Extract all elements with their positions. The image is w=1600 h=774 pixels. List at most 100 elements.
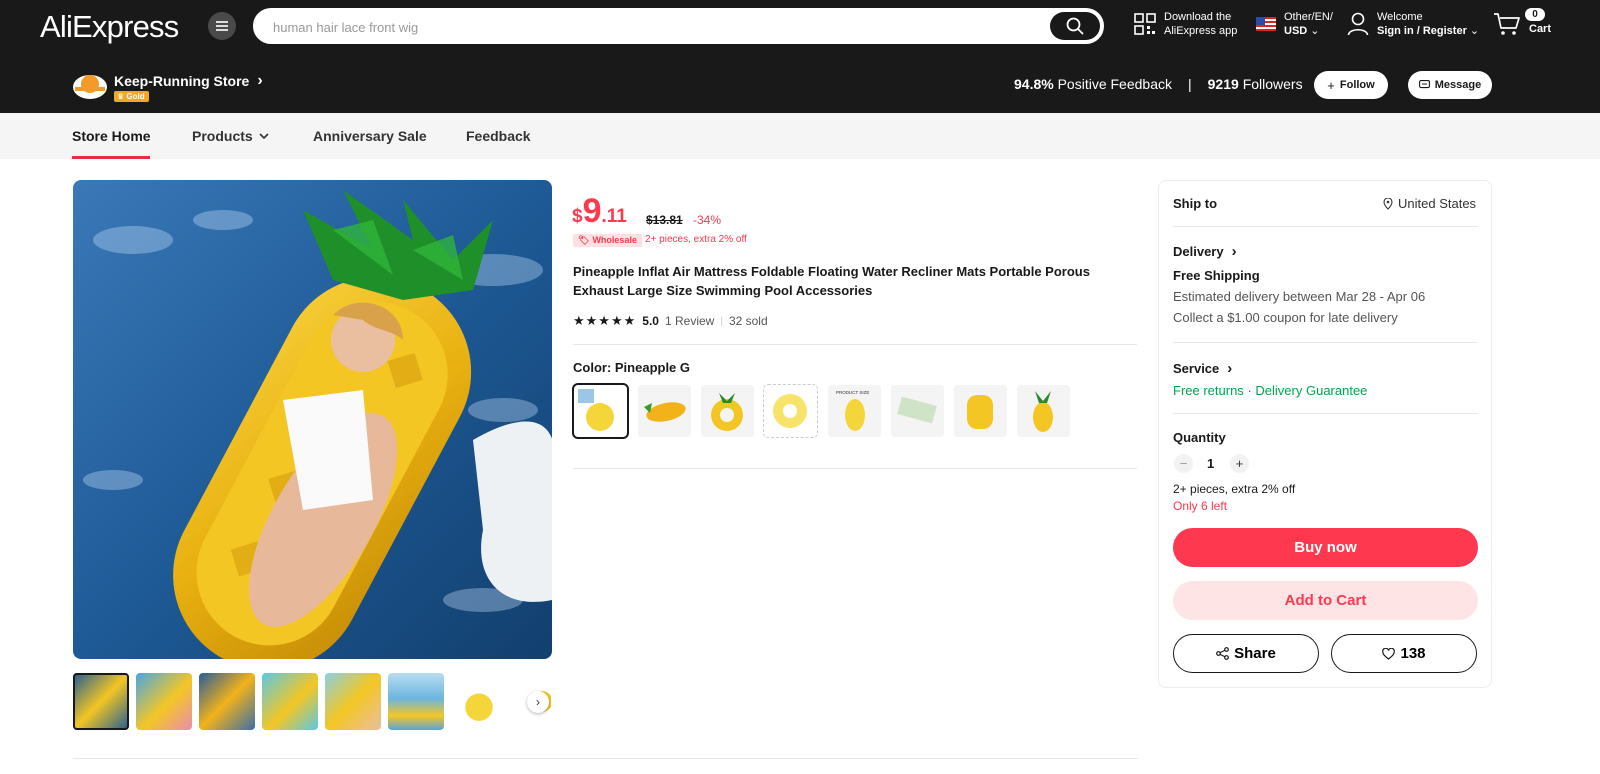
region-line-1: Other/EN/ [1284, 11, 1333, 23]
heart-icon [1382, 647, 1396, 660]
wholesale-tag: 🏷 Wholesale [573, 234, 642, 247]
follow-button[interactable]: + Follow [1314, 71, 1388, 99]
tab-feedback[interactable]: Feedback [466, 128, 531, 144]
tab-products-label: Products [192, 128, 253, 144]
swatch-image [764, 385, 817, 437]
download-app-link[interactable]: Download the AliExpress app [1134, 10, 1237, 38]
delivery-label: Delivery [1173, 244, 1224, 259]
gold-badge-text: Gold [126, 92, 145, 101]
quantity-value[interactable]: 1 [1207, 456, 1214, 471]
color-swatch-3[interactable] [701, 385, 754, 437]
swatch-image [574, 385, 627, 437]
active-tab-indicator [72, 156, 150, 159]
color-swatch-6[interactable] [891, 385, 944, 437]
store-name-link[interactable]: Keep-Running Store › [114, 72, 263, 90]
location-pin-icon [1383, 197, 1393, 210]
color-swatch-4[interactable] [763, 384, 818, 438]
chevron-right-icon: › [257, 72, 263, 89]
qr-code-icon [1134, 13, 1156, 35]
swatch-image [954, 385, 1007, 437]
wholesale-note: 2+ pieces, extra 2% off [645, 234, 747, 245]
top-header: AliExpress Download the AliExpress app O… [0, 0, 1600, 113]
thumbnail-3[interactable] [199, 673, 255, 730]
ship-to-selector[interactable]: United States [1383, 196, 1476, 211]
thumbnail-6[interactable] [388, 673, 444, 730]
thumbnail-1[interactable] [73, 673, 129, 730]
add-to-cart-button[interactable]: Add to Cart [1173, 581, 1478, 620]
chevron-right-icon: › [1231, 243, 1237, 260]
color-swatch-7[interactable] [954, 385, 1007, 437]
separator-dot: · [1247, 383, 1252, 398]
region-selector[interactable]: Other/EN/ USD ⌄ [1256, 10, 1333, 38]
quantity-label: Quantity [1173, 430, 1226, 445]
ship-to-value: United States [1398, 196, 1477, 211]
share-button[interactable]: Share [1173, 634, 1319, 673]
gold-badge: ♛ Gold [114, 91, 149, 102]
swatch-image [1017, 385, 1070, 437]
swatch-image: PRODUCT SIZE [828, 385, 881, 437]
account-menu[interactable]: Welcome Sign in / Register ⌄ [1347, 10, 1479, 38]
store-name: Keep-Running Store [114, 73, 250, 89]
rating-row: ★★★★★ 5.0 1 Review | 32 sold [573, 313, 768, 329]
service-link[interactable]: Service › [1173, 360, 1232, 377]
followers-count: 9219 [1207, 76, 1239, 92]
color-swatch-2[interactable] [638, 385, 691, 437]
message-label: Message [1434, 79, 1482, 91]
quantity-decrease-button[interactable]: − [1174, 454, 1193, 473]
rating-score: 5.0 [642, 314, 659, 328]
reviews-link[interactable]: 1 Review [665, 314, 714, 328]
stock-note: Only 6 left [1173, 499, 1228, 513]
store-logo[interactable] [72, 70, 108, 100]
discount-badge: -34% [693, 213, 722, 227]
wishlist-button[interactable]: 138 [1331, 634, 1477, 673]
tab-store-home[interactable]: Store Home [72, 128, 151, 144]
estimated-delivery: Estimated delivery between Mar 28 - Apr … [1173, 289, 1426, 304]
plus-icon: + [1327, 77, 1335, 93]
message-button[interactable]: Message [1408, 71, 1492, 99]
search-button[interactable] [1050, 12, 1100, 40]
color-swatch-1[interactable] [572, 383, 629, 439]
tab-products[interactable]: Products [192, 128, 269, 144]
thumbnail-4[interactable] [262, 673, 318, 730]
search-input[interactable] [273, 16, 1033, 38]
quantity-increase-button[interactable]: + [1230, 454, 1249, 473]
color-swatch-8[interactable] [1017, 385, 1070, 437]
menu-icon[interactable] [208, 12, 236, 40]
thumbnail-2[interactable] [136, 673, 192, 730]
price-decimal: .11 [601, 206, 627, 227]
buy-now-button[interactable]: Buy now [1173, 528, 1478, 567]
swatch-size-caption: PRODUCT SIZE [836, 390, 869, 395]
main-product-image[interactable] [73, 180, 552, 659]
aliexpress-logo[interactable]: AliExpress [40, 9, 179, 45]
swatch-image [891, 385, 944, 437]
original-price: $13.81 [646, 213, 683, 227]
thumbnail-strip [73, 673, 551, 730]
delivery-guarantee: Delivery Guarantee [1255, 383, 1368, 398]
divider [1173, 413, 1478, 414]
quantity-discount-note: 2+ pieces, extra 2% off [1173, 482, 1296, 496]
late-delivery-coupon: Collect a $1.00 coupon for late delivery [1173, 310, 1398, 325]
product-photo [73, 180, 552, 659]
positive-feedback-label: Positive Feedback [1057, 76, 1172, 92]
chevron-down-icon [259, 132, 269, 139]
color-swatch-5[interactable]: PRODUCT SIZE [828, 385, 881, 437]
cart-label: Cart [1529, 23, 1552, 35]
product-title: Pineapple Inflat Air Mattress Foldable F… [573, 264, 1090, 298]
tab-anniversary-sale[interactable]: Anniversary Sale [313, 128, 427, 144]
sold-count: 32 sold [728, 314, 768, 328]
store-nav: Store Home Products Anniversary Sale Fee… [0, 113, 1600, 159]
service-features: Free returns · Delivery Guarantee [1173, 383, 1367, 398]
chevron-right-icon: › [536, 695, 540, 709]
signin-link[interactable]: Sign in / Register [1377, 25, 1467, 37]
delivery-link[interactable]: Delivery › [1173, 243, 1237, 260]
wholesale-tag-text: Wholesale [592, 235, 637, 245]
share-label: Share [1234, 645, 1276, 662]
thumbnail-7[interactable] [451, 673, 507, 730]
divider [573, 344, 1137, 345]
thumbnail-next-button[interactable]: › [527, 691, 549, 713]
swatch-image [638, 385, 691, 437]
thumbnail-5[interactable] [325, 673, 381, 730]
download-line-2: AliExpress app [1164, 25, 1238, 37]
positive-feedback-pct: 94.8% [1014, 76, 1054, 92]
download-line-1: Download the [1164, 11, 1232, 23]
